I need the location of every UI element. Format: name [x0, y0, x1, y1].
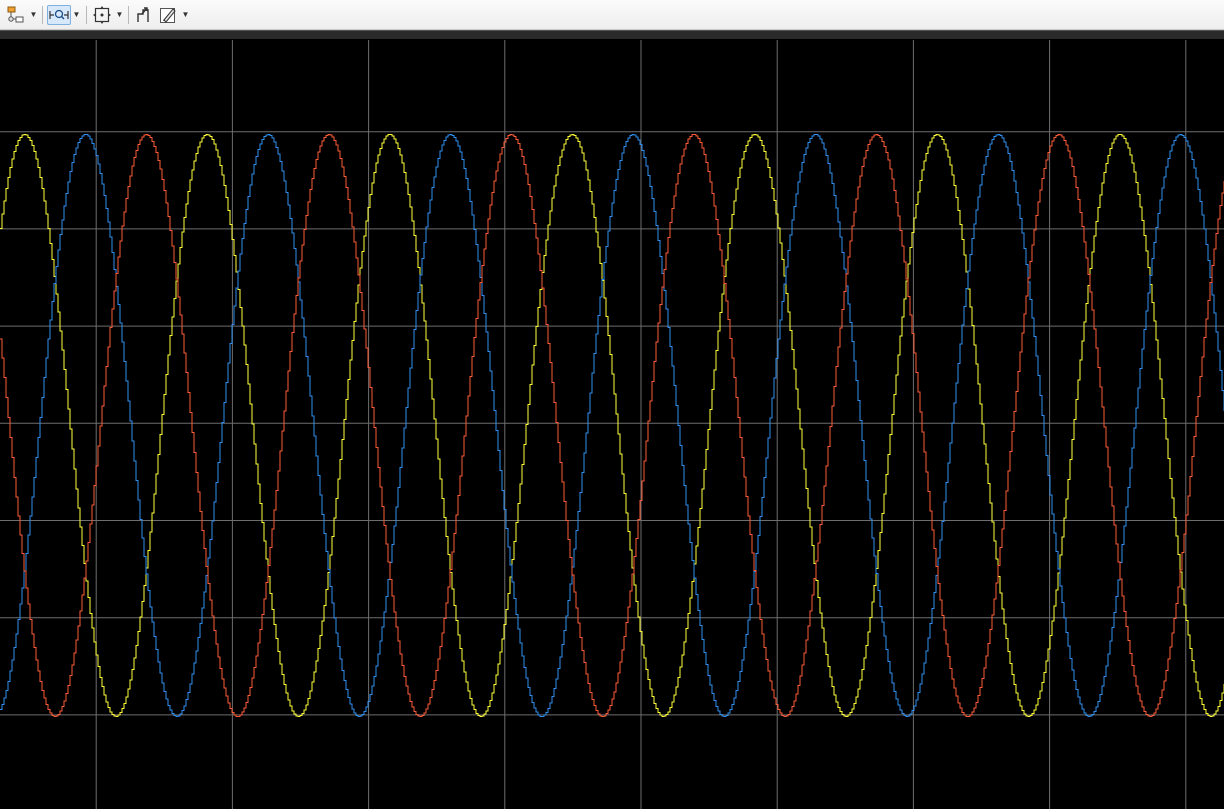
send-to-workspace-button[interactable]: [134, 5, 154, 25]
zoom-in-icon: [49, 9, 69, 20]
autoscale-button[interactable]: [92, 5, 112, 25]
send-to-workspace-icon: [137, 7, 149, 22]
toolbar-separator: [128, 6, 129, 24]
autoscale-icon: [93, 6, 111, 24]
scope-plot: [0, 40, 1224, 809]
autoscale-dropdown-arrow[interactable]: ▼: [115, 8, 124, 22]
style-button[interactable]: [158, 5, 178, 25]
scope-header-strip: [0, 30, 1224, 39]
scope-toolbar: ▼ ▼ ▼ ▼: [0, 0, 1224, 30]
toolbar-separator: [42, 6, 43, 24]
configuration-dropdown-arrow[interactable]: ▼: [29, 8, 38, 22]
zoom-dropdown-arrow[interactable]: ▼: [72, 8, 81, 22]
style-dropdown-arrow[interactable]: ▼: [181, 8, 190, 22]
phase-1-trace: [0, 134, 1224, 717]
zoom-button[interactable]: [47, 5, 71, 25]
toolbar-separator: [86, 6, 87, 24]
style-icon: [160, 8, 176, 23]
configuration-properties-icon: [7, 6, 24, 23]
scope-display[interactable]: [0, 40, 1224, 809]
configuration-properties-button[interactable]: [6, 5, 26, 25]
